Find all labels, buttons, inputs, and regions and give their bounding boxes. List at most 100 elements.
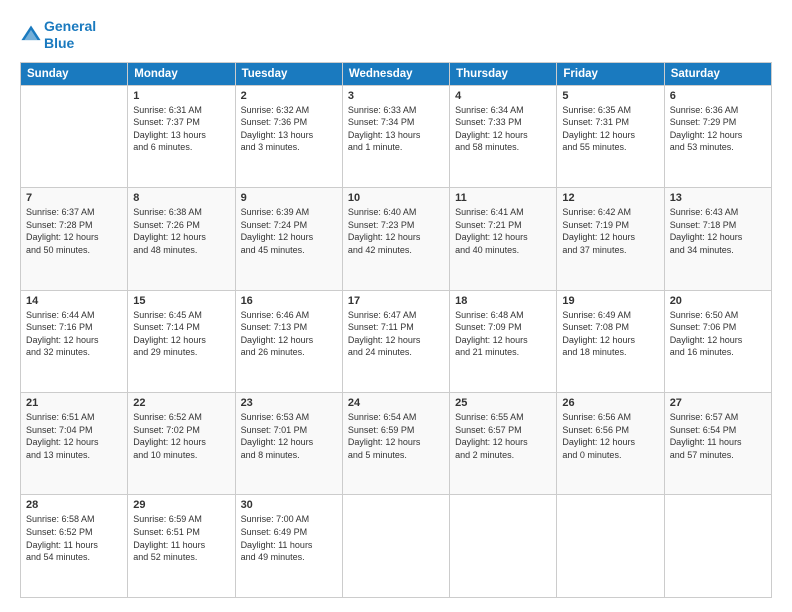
weekday-header-sunday: Sunday (21, 62, 128, 85)
calendar-cell: 26 Sunrise: 6:56 AM Sunset: 6:56 PM Dayli… (557, 393, 664, 495)
week-row-4: 21 Sunrise: 6:51 AM Sunset: 7:04 PM Dayli… (21, 393, 772, 495)
day-number: 15 (133, 295, 229, 307)
day-number: 8 (133, 192, 229, 204)
calendar-cell: 4Sunrise: 6:34 AM Sunset: 7:33 PM Daylig… (450, 85, 557, 187)
cell-info: Sunrise: 6:50 AM Sunset: 7:06 PM Dayligh… (670, 309, 766, 359)
calendar-cell: 28Sunrise: 6:58 AM Sunset: 6:52 PM Dayli… (21, 495, 128, 598)
weekday-header-thursday: Thursday (450, 62, 557, 85)
cell-info: Sunrise: 6:39 AM Sunset: 7:24 PM Dayligh… (241, 206, 337, 256)
cell-info: Sunrise: 6:54 AM Sunset: 6:59 PM Dayligh… (348, 411, 444, 461)
weekday-header-saturday: Saturday (664, 62, 771, 85)
calendar-cell: 8 Sunrise: 6:38 AM Sunset: 7:26 PM Daylig… (128, 188, 235, 290)
day-number: 27 (670, 397, 766, 409)
day-number: 16 (241, 295, 337, 307)
day-number: 19 (562, 295, 658, 307)
day-number: 21 (26, 397, 122, 409)
logo: General Blue (20, 18, 96, 52)
cell-info: Sunrise: 6:59 AM Sunset: 6:51 PM Dayligh… (133, 513, 229, 563)
weekday-header-tuesday: Tuesday (235, 62, 342, 85)
calendar-cell (450, 495, 557, 598)
calendar-table: SundayMondayTuesdayWednesdayThursdayFrid… (20, 62, 772, 598)
cell-info: Sunrise: 6:49 AM Sunset: 7:08 PM Dayligh… (562, 309, 658, 359)
calendar-cell (342, 495, 449, 598)
cell-info: Sunrise: 6:42 AM Sunset: 7:19 PM Dayligh… (562, 206, 658, 256)
calendar-cell: 17 Sunrise: 6:47 AM Sunset: 7:11 PM Dayli… (342, 290, 449, 392)
cell-info: Sunrise: 6:52 AM Sunset: 7:02 PM Dayligh… (133, 411, 229, 461)
calendar-cell (557, 495, 664, 598)
week-row-5: 28Sunrise: 6:58 AM Sunset: 6:52 PM Dayli… (21, 495, 772, 598)
calendar-cell: 7 Sunrise: 6:37 AM Sunset: 7:28 PM Daylig… (21, 188, 128, 290)
calendar-cell: 11 Sunrise: 6:41 AM Sunset: 7:21 PM Dayli… (450, 188, 557, 290)
cell-info: Sunrise: 6:35 AM Sunset: 7:31 PM Dayligh… (562, 104, 658, 154)
day-number: 13 (670, 192, 766, 204)
day-number: 5 (562, 90, 658, 102)
calendar-cell: 14 Sunrise: 6:44 AM Sunset: 7:16 PM Dayli… (21, 290, 128, 392)
weekday-header-monday: Monday (128, 62, 235, 85)
day-number: 29 (133, 499, 229, 511)
cell-info: Sunrise: 6:47 AM Sunset: 7:11 PM Dayligh… (348, 309, 444, 359)
calendar-cell: 3 Sunrise: 6:33 AM Sunset: 7:34 PM Daylig… (342, 85, 449, 187)
week-row-3: 14 Sunrise: 6:44 AM Sunset: 7:16 PM Dayli… (21, 290, 772, 392)
calendar-cell (21, 85, 128, 187)
calendar-cell (664, 495, 771, 598)
day-number: 17 (348, 295, 444, 307)
day-number: 10 (348, 192, 444, 204)
cell-info: Sunrise: 6:57 AM Sunset: 6:54 PM Dayligh… (670, 411, 766, 461)
calendar-cell: 12 Sunrise: 6:42 AM Sunset: 7:19 PM Dayli… (557, 188, 664, 290)
day-number: 24 (348, 397, 444, 409)
cell-info: Sunrise: 6:48 AM Sunset: 7:09 PM Dayligh… (455, 309, 551, 359)
cell-info: Sunrise: 6:55 AM Sunset: 6:57 PM Dayligh… (455, 411, 551, 461)
cell-info: Sunrise: 6:40 AM Sunset: 7:23 PM Dayligh… (348, 206, 444, 256)
header: General Blue (20, 18, 772, 52)
day-number: 22 (133, 397, 229, 409)
day-number: 14 (26, 295, 122, 307)
logo-icon (20, 24, 42, 46)
calendar-cell: 1 Sunrise: 6:31 AM Sunset: 7:37 PM Daylig… (128, 85, 235, 187)
day-number: 30 (241, 499, 337, 511)
cell-info: Sunrise: 6:34 AM Sunset: 7:33 PM Dayligh… (455, 104, 551, 154)
day-number: 20 (670, 295, 766, 307)
calendar-cell: 5 Sunrise: 6:35 AM Sunset: 7:31 PM Daylig… (557, 85, 664, 187)
week-row-1: 1 Sunrise: 6:31 AM Sunset: 7:37 PM Daylig… (21, 85, 772, 187)
cell-info: Sunrise: 6:32 AM Sunset: 7:36 PM Dayligh… (241, 104, 337, 154)
calendar-cell: 15Sunrise: 6:45 AM Sunset: 7:14 PM Dayli… (128, 290, 235, 392)
calendar-cell: 22 Sunrise: 6:52 AM Sunset: 7:02 PM Dayli… (128, 393, 235, 495)
day-number: 26 (562, 397, 658, 409)
day-number: 3 (348, 90, 444, 102)
cell-info: Sunrise: 6:37 AM Sunset: 7:28 PM Dayligh… (26, 206, 122, 256)
cell-info: Sunrise: 6:44 AM Sunset: 7:16 PM Dayligh… (26, 309, 122, 359)
day-number: 2 (241, 90, 337, 102)
calendar-cell: 30 Sunrise: 7:00 AM Sunset: 6:49 PM Dayli… (235, 495, 342, 598)
calendar-cell: 25 Sunrise: 6:55 AM Sunset: 6:57 PM Dayli… (450, 393, 557, 495)
cell-info: Sunrise: 6:51 AM Sunset: 7:04 PM Dayligh… (26, 411, 122, 461)
day-number: 12 (562, 192, 658, 204)
cell-info: Sunrise: 7:00 AM Sunset: 6:49 PM Dayligh… (241, 513, 337, 563)
day-number: 28 (26, 499, 122, 511)
cell-info: Sunrise: 6:41 AM Sunset: 7:21 PM Dayligh… (455, 206, 551, 256)
page: General Blue SundayMondayTuesdayWednesda… (0, 0, 792, 612)
header-row: SundayMondayTuesdayWednesdayThursdayFrid… (21, 62, 772, 85)
calendar-cell: 19 Sunrise: 6:49 AM Sunset: 7:08 PM Dayli… (557, 290, 664, 392)
calendar-cell: 9 Sunrise: 6:39 AM Sunset: 7:24 PM Daylig… (235, 188, 342, 290)
cell-info: Sunrise: 6:38 AM Sunset: 7:26 PM Dayligh… (133, 206, 229, 256)
day-number: 11 (455, 192, 551, 204)
calendar-cell: 21 Sunrise: 6:51 AM Sunset: 7:04 PM Dayli… (21, 393, 128, 495)
day-number: 6 (670, 90, 766, 102)
cell-info: Sunrise: 6:31 AM Sunset: 7:37 PM Dayligh… (133, 104, 229, 154)
calendar-cell: 23Sunrise: 6:53 AM Sunset: 7:01 PM Dayli… (235, 393, 342, 495)
calendar-cell: 2 Sunrise: 6:32 AM Sunset: 7:36 PM Daylig… (235, 85, 342, 187)
day-number: 25 (455, 397, 551, 409)
cell-info: Sunrise: 6:56 AM Sunset: 6:56 PM Dayligh… (562, 411, 658, 461)
calendar-cell: 6Sunrise: 6:36 AM Sunset: 7:29 PM Daylig… (664, 85, 771, 187)
calendar-cell: 13 Sunrise: 6:43 AM Sunset: 7:18 PM Dayli… (664, 188, 771, 290)
calendar-cell: 27 Sunrise: 6:57 AM Sunset: 6:54 PM Dayli… (664, 393, 771, 495)
calendar-cell: 18Sunrise: 6:48 AM Sunset: 7:09 PM Dayli… (450, 290, 557, 392)
day-number: 9 (241, 192, 337, 204)
cell-info: Sunrise: 6:43 AM Sunset: 7:18 PM Dayligh… (670, 206, 766, 256)
day-number: 23 (241, 397, 337, 409)
cell-info: Sunrise: 6:46 AM Sunset: 7:13 PM Dayligh… (241, 309, 337, 359)
day-number: 1 (133, 90, 229, 102)
calendar-cell: 10 Sunrise: 6:40 AM Sunset: 7:23 PM Dayli… (342, 188, 449, 290)
day-number: 7 (26, 192, 122, 204)
cell-info: Sunrise: 6:33 AM Sunset: 7:34 PM Dayligh… (348, 104, 444, 154)
